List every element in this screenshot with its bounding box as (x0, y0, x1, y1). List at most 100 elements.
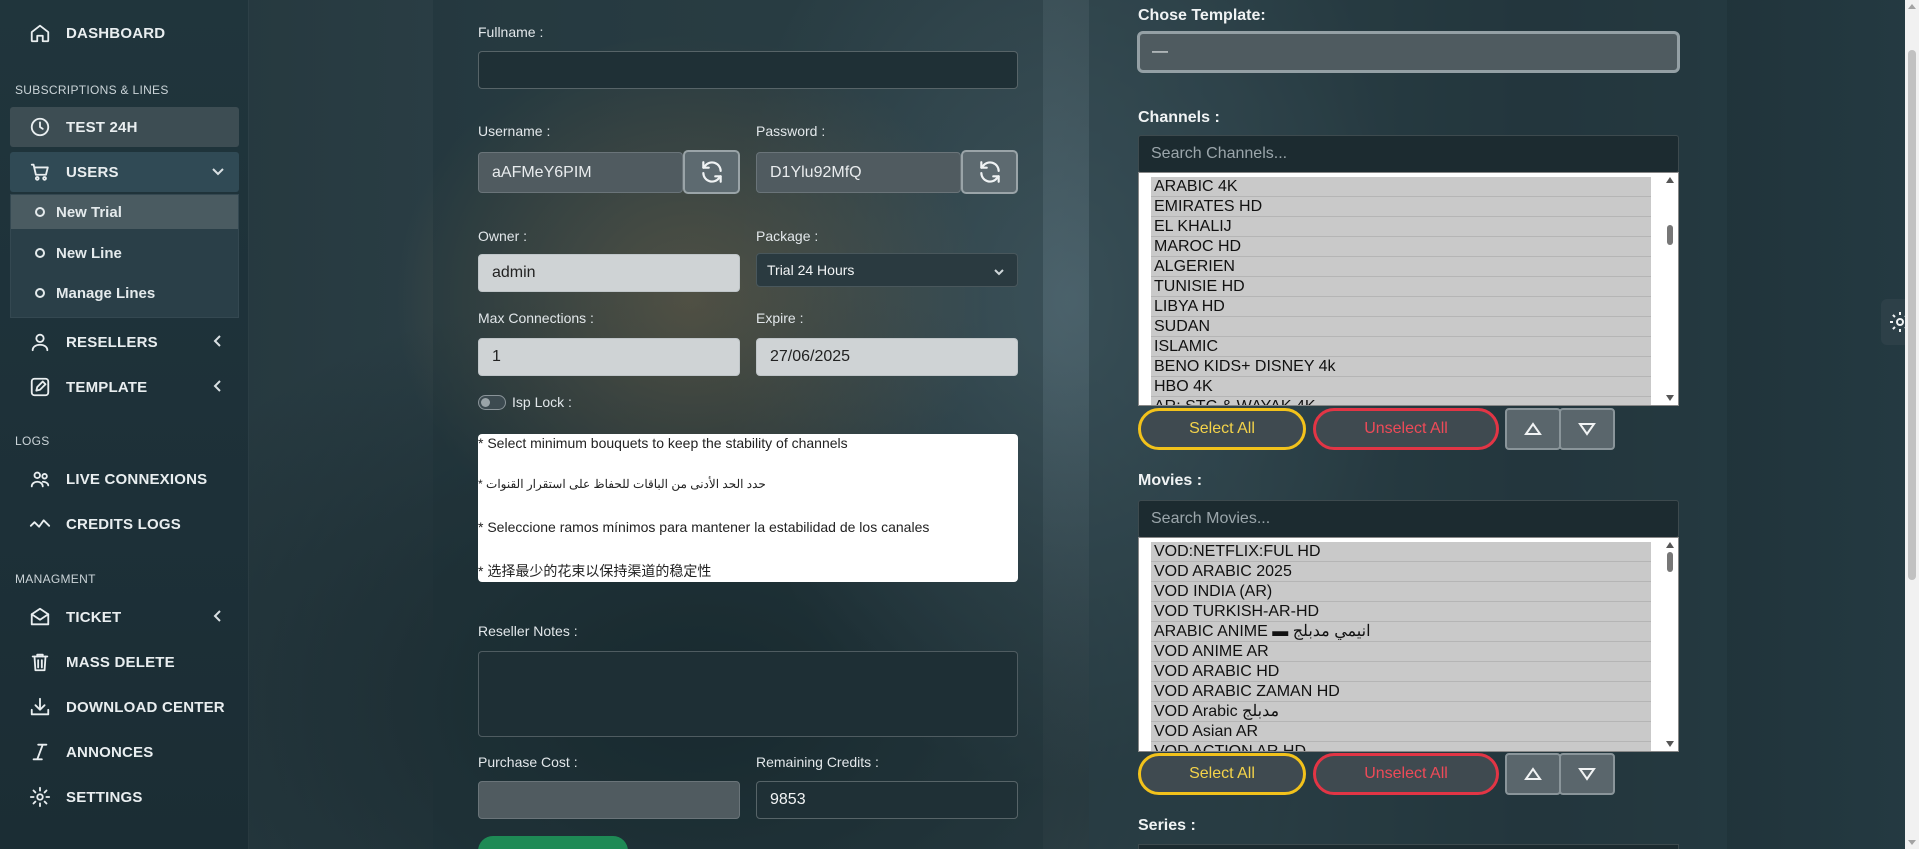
circle-icon (35, 248, 45, 258)
channels-move-up-button[interactable] (1505, 408, 1561, 450)
sidebar-subitem-new-line[interactable]: New Line (11, 236, 238, 270)
notice-line-ar: * حدد الحد الأدنى من الباقات للحفاظ على … (478, 477, 766, 491)
list-option[interactable]: HBO 4K (1151, 377, 1651, 397)
series-search-input[interactable] (1138, 844, 1679, 849)
list-option[interactable]: VOD:NETFLIX:FUL HD (1151, 542, 1651, 562)
list-option[interactable]: EL KHALIJ (1151, 217, 1651, 237)
section-label-managment: MANAGMENT (15, 572, 96, 586)
channels-search-input[interactable]: Search Channels... (1138, 135, 1679, 173)
remaining-credits-input: 9853 (756, 781, 1018, 819)
movies-search-input[interactable]: Search Movies... (1138, 500, 1679, 538)
template-select[interactable]: — (1137, 31, 1680, 73)
fullname-input[interactable] (478, 51, 1018, 89)
sidebar-subitem-new-trial[interactable]: New Trial (11, 195, 238, 229)
refresh-icon (979, 161, 1000, 183)
list-option[interactable]: ISLAMIC (1151, 337, 1651, 357)
italic-icon (28, 740, 52, 764)
scroll-up-icon (1666, 542, 1674, 548)
list-option[interactable]: VOD TURKISH-AR-HD (1151, 602, 1651, 622)
sidebar-item-label: DASHBOARD (66, 24, 166, 42)
submit-button[interactable] (478, 836, 628, 849)
list-option[interactable]: VOD INDIA (AR) (1151, 582, 1651, 602)
list-option[interactable]: VOD Asian AR (1151, 722, 1651, 742)
sidebar-item-users[interactable]: USERS (10, 152, 239, 192)
list-option[interactable]: SUDAN (1151, 317, 1651, 337)
list-option[interactable]: VOD Arabic مدبلج (1151, 702, 1651, 722)
movies-listbox[interactable]: VOD:NETFLIX:FUL HD VOD ARABIC 2025 VOD IND… (1138, 537, 1679, 752)
list-option[interactable]: EMIRATES HD (1151, 197, 1651, 217)
sidebar-item-dashboard[interactable]: DASHBOARD (10, 13, 239, 53)
sidebar-item-settings[interactable]: SETTINGS (10, 777, 239, 817)
movies-move-up-button[interactable] (1505, 753, 1561, 795)
owner-input: admin (478, 254, 740, 292)
channels-unselect-all-button[interactable]: Unselect All (1313, 408, 1499, 450)
list-option[interactable]: BENO KIDS+ DISNEY 4k (1151, 357, 1651, 377)
channels-listbox[interactable]: ARABIC 4K EMIRATES HD EL KHALIJ MAROC HD ALG… (1138, 172, 1679, 406)
scroll-thumb[interactable] (1667, 552, 1673, 572)
sidebar-item-live-connexions[interactable]: LIVE CONNEXIONS (10, 459, 239, 499)
list-option[interactable]: VOD ACTION AR HD (1151, 742, 1651, 751)
sidebar-item-resellers[interactable]: RESELLERS (10, 322, 239, 362)
max-connections-label: Max Connections : (478, 310, 594, 326)
download-icon (28, 695, 52, 719)
package-select[interactable]: Trial 24 Hours (756, 253, 1018, 287)
list-option[interactable]: VOD ARABIC 2025 (1151, 562, 1651, 582)
list-option[interactable]: ARABIC 4K (1151, 177, 1651, 197)
scroll-up-icon (1666, 177, 1674, 183)
channels-scrollbar[interactable] (1664, 175, 1676, 403)
page-scrollbar[interactable] (1905, 0, 1919, 849)
regenerate-password-button[interactable] (961, 150, 1018, 194)
circle-icon (35, 207, 45, 217)
movies-unselect-all-button[interactable]: Unselect All (1313, 753, 1499, 795)
list-option[interactable]: VOD ANIME AR (1151, 642, 1651, 662)
sidebar-item-label: RESELLERS (66, 333, 158, 351)
home-icon (28, 21, 52, 45)
sidebar-subitem-manage-lines[interactable]: Manage Lines (11, 276, 238, 310)
chevron-left-icon (211, 379, 225, 393)
envelope-icon (28, 605, 52, 629)
chevron-down-icon (993, 265, 1005, 277)
sidebar-item-test24h[interactable]: TEST 24H (10, 107, 239, 147)
sidebar-item-label: SETTINGS (66, 788, 143, 806)
reseller-notes-label: Reseller Notes : (478, 623, 578, 639)
password-input[interactable]: D1Ylu92MfQ (756, 152, 961, 193)
movies-move-down-button[interactable] (1559, 753, 1615, 795)
list-option[interactable]: TUNISIE HD (1151, 277, 1651, 297)
sidebar-item-download-center[interactable]: DOWNLOAD CENTER (10, 687, 239, 727)
channels-move-down-button[interactable] (1559, 408, 1615, 450)
list-option[interactable]: LIBYA HD (1151, 297, 1651, 317)
list-option[interactable]: ARABIC ANIME ▬ انيمي مدبلج (1151, 622, 1651, 642)
list-option[interactable]: AR: STC & WAYAK 4K (1151, 397, 1651, 405)
sidebar-item-label: LIVE CONNEXIONS (66, 470, 208, 488)
sidebar-item-annonces[interactable]: ANNONCES (10, 732, 239, 772)
sidebar: DASHBOARD SUBSCRIPTIONS & LINES TEST 24H… (0, 0, 249, 849)
username-input[interactable]: aAFMeY6PIM (478, 152, 683, 193)
notice-line-en: * Select minimum bouquets to keep the st… (478, 435, 848, 451)
movies-scrollbar[interactable] (1664, 540, 1676, 749)
list-option[interactable]: ALGERIEN (1151, 257, 1651, 277)
movies-select-all-button[interactable]: Select All (1138, 753, 1306, 795)
scroll-down-icon (1666, 741, 1674, 747)
reseller-notes-textarea[interactable] (478, 651, 1018, 737)
sidebar-item-template[interactable]: TEMPLATE (10, 367, 239, 407)
scroll-thumb[interactable] (1667, 225, 1673, 245)
remaining-credits-label: Remaining Credits : (756, 754, 879, 770)
list-option[interactable]: VOD ARABIC HD (1151, 662, 1651, 682)
chevron-left-icon (211, 609, 225, 623)
channels-list: ARABIC 4K EMIRATES HD EL KHALIJ MAROC HD ALG… (1151, 177, 1651, 405)
isp-lock-toggle[interactable] (478, 395, 506, 410)
list-option[interactable]: MAROC HD (1151, 237, 1651, 257)
users-group-icon (28, 467, 52, 491)
expire-input: 27/06/2025 (756, 338, 1018, 376)
regenerate-username-button[interactable] (683, 150, 740, 194)
page-scroll-thumb[interactable] (1908, 50, 1916, 580)
sidebar-item-credits-logs[interactable]: CREDITS LOGS (10, 504, 239, 544)
circle-icon (35, 288, 45, 298)
channels-select-all-button[interactable]: Select All (1138, 408, 1306, 450)
channels-label: Channels : (1138, 109, 1220, 126)
sidebar-item-label: TEMPLATE (66, 378, 148, 396)
expire-label: Expire : (756, 310, 804, 326)
list-option[interactable]: VOD ARABIC ZAMAN HD (1151, 682, 1651, 702)
sidebar-item-mass-delete[interactable]: MASS DELETE (10, 642, 239, 682)
sidebar-item-ticket[interactable]: TICKET (10, 597, 239, 637)
